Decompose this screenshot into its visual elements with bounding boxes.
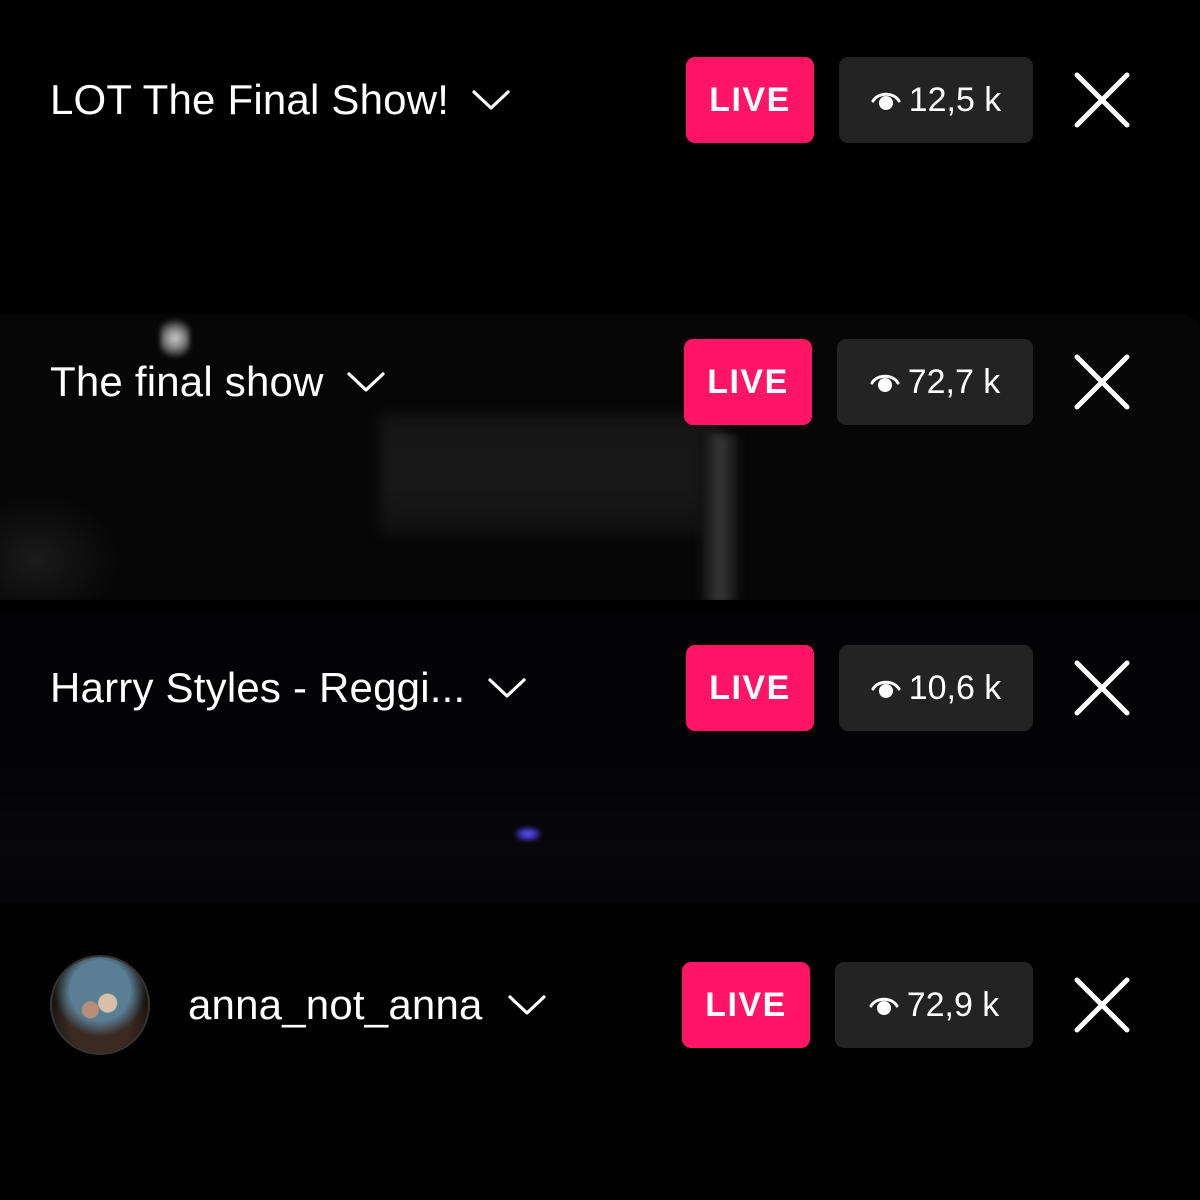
live-header-bar: LOT The Final Show! LIVE 12,5 k: [0, 57, 1200, 143]
stream-title: The final show: [50, 358, 324, 405]
video-background-stage: [380, 414, 720, 534]
stream-title-dropdown[interactable]: LOT The Final Show!: [50, 57, 511, 143]
stream-title-dropdown[interactable]: Harry Styles - Reggi...: [50, 645, 527, 731]
video-background-haze: [0, 762, 1200, 902]
chevron-down-icon: [488, 678, 526, 698]
viewer-count: 72,9 k: [906, 985, 1000, 1024]
eye-icon: [869, 997, 899, 1015]
chevron-down-icon: [472, 90, 510, 110]
live-badge: LIVE: [686, 645, 814, 731]
viewer-count: 72,7 k: [907, 362, 1001, 401]
chevron-down-icon: [347, 372, 385, 392]
close-icon[interactable]: [1073, 71, 1131, 129]
live-stream-panel: anna_not_anna LIVE 72,9 k: [0, 905, 1200, 1200]
live-header-bar: The final show LIVE 72,7 k: [0, 339, 1200, 425]
viewer-count-pill[interactable]: 72,7 k: [837, 339, 1033, 425]
live-badge: LIVE: [684, 339, 812, 425]
viewer-count-pill[interactable]: 72,9 k: [835, 962, 1033, 1048]
live-stream-panel: Harry Styles - Reggi... LIVE 10,6 k: [0, 612, 1200, 902]
video-background-purple-light: [515, 827, 541, 841]
live-stream-panel: The final show LIVE 72,7 k: [0, 314, 1200, 600]
viewer-count-pill[interactable]: 12,5 k: [839, 57, 1033, 143]
stream-title-dropdown[interactable]: The final show: [50, 339, 386, 425]
live-streams-collage: LOT The Final Show! LIVE 12,5 k The fina…: [0, 0, 1200, 1200]
chevron-down-icon: [507, 995, 546, 1015]
stream-title: LOT The Final Show!: [50, 76, 450, 123]
eye-icon: [870, 374, 900, 392]
video-background-pillar: [700, 434, 740, 600]
avatar[interactable]: [50, 955, 150, 1055]
eye-icon: [871, 680, 901, 698]
live-badge: LIVE: [686, 57, 814, 143]
stream-title-dropdown[interactable]: anna_not_anna: [50, 955, 547, 1055]
viewer-count-pill[interactable]: 10,6 k: [839, 645, 1033, 731]
stream-username: anna_not_anna: [188, 981, 483, 1028]
video-background-glow: [0, 494, 120, 600]
live-stream-panel: LOT The Final Show! LIVE 12,5 k: [0, 0, 1200, 305]
live-header-bar: Harry Styles - Reggi... LIVE 10,6 k: [0, 645, 1200, 731]
stream-title: Harry Styles - Reggi...: [50, 664, 466, 711]
eye-icon: [871, 92, 901, 110]
viewer-count: 10,6 k: [908, 668, 1002, 707]
live-badge: LIVE: [682, 962, 810, 1048]
close-icon[interactable]: [1073, 353, 1131, 411]
live-header-bar: anna_not_anna LIVE 72,9 k: [0, 955, 1200, 1055]
close-icon[interactable]: [1073, 659, 1131, 717]
close-icon[interactable]: [1073, 976, 1131, 1034]
viewer-count: 12,5 k: [908, 80, 1002, 119]
